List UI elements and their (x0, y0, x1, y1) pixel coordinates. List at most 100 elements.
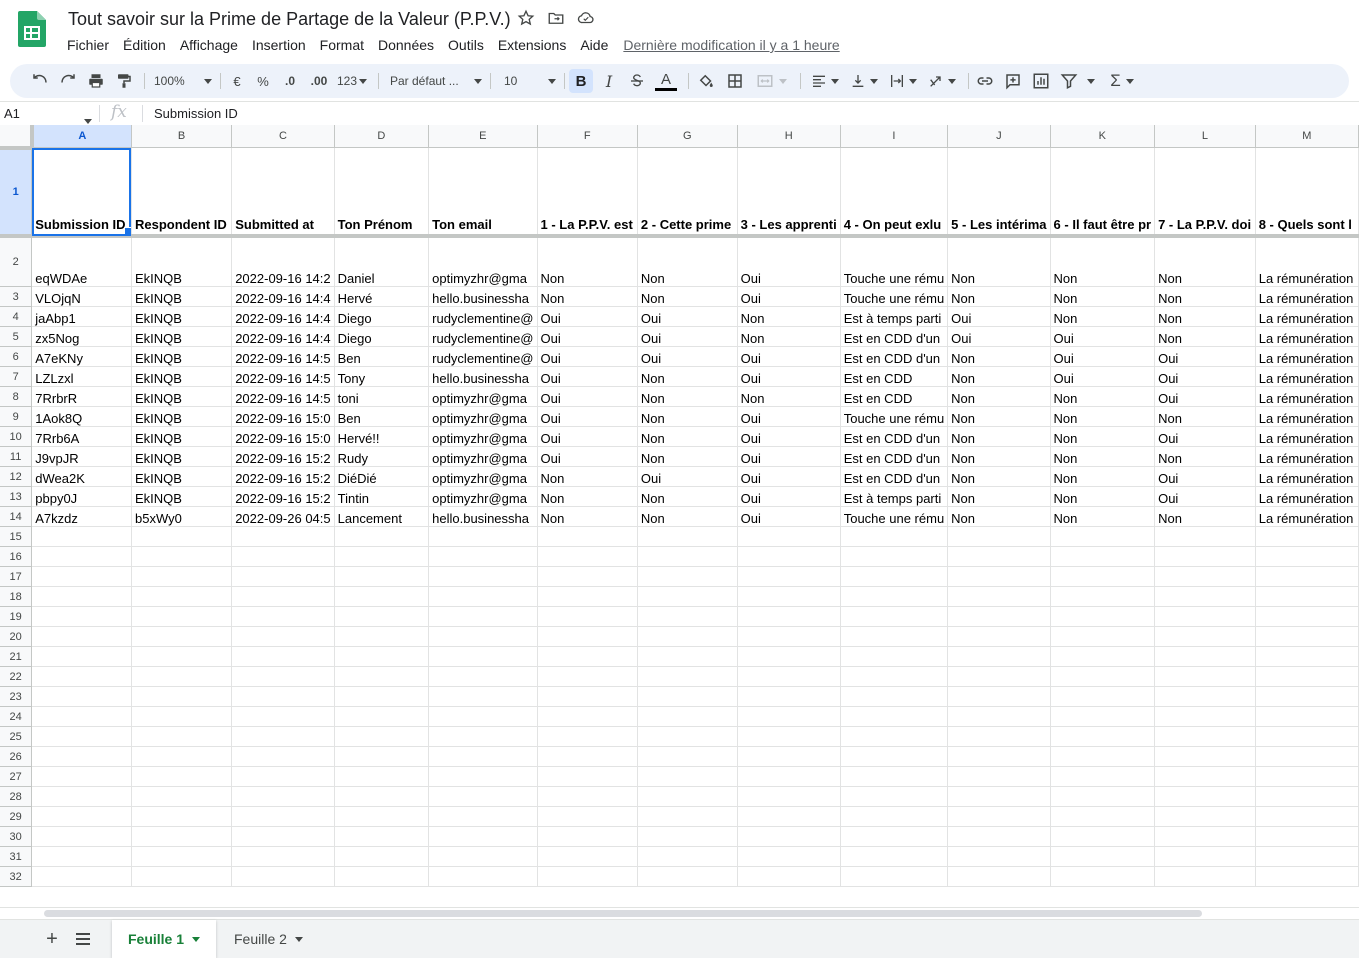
empty-cell[interactable] (1154, 626, 1256, 647)
empty-cell[interactable] (1255, 826, 1359, 847)
data-cell[interactable]: Non (1050, 446, 1156, 467)
empty-cell[interactable] (1050, 606, 1156, 627)
data-cell[interactable]: Est en CDD d'un (840, 346, 949, 367)
empty-cell[interactable] (231, 566, 335, 587)
empty-cell[interactable] (1255, 546, 1359, 567)
data-cell[interactable]: Non (637, 406, 738, 427)
empty-cell[interactable] (840, 686, 949, 707)
scrollbar-thumb[interactable] (44, 910, 1202, 917)
empty-cell[interactable] (334, 566, 430, 587)
column-title-cell[interactable]: 1 - La P.P.V. est (537, 147, 638, 238)
data-cell[interactable]: Non (947, 386, 1051, 407)
column-title-cell[interactable]: 3 - Les apprenti (737, 147, 841, 238)
column-header-i[interactable]: I (840, 125, 949, 148)
column-title-cell[interactable]: Submitted at (231, 147, 335, 238)
increase-decimals-button[interactable]: .00 (306, 69, 332, 93)
data-cell[interactable]: Non (637, 235, 738, 287)
empty-cell[interactable] (428, 666, 538, 687)
empty-cell[interactable] (1050, 806, 1156, 827)
empty-cell[interactable] (537, 546, 638, 567)
menu-format[interactable]: Format (313, 36, 371, 56)
data-cell[interactable]: Est en CDD (840, 366, 949, 387)
column-header-k[interactable]: K (1050, 125, 1156, 148)
empty-cell[interactable] (131, 626, 233, 647)
star-icon[interactable] (517, 9, 535, 27)
data-cell[interactable]: La rémunération (1255, 426, 1359, 447)
data-cell[interactable]: EkINQB (131, 486, 233, 507)
empty-cell[interactable] (428, 746, 538, 767)
empty-cell[interactable] (840, 586, 949, 607)
empty-cell[interactable] (428, 766, 538, 787)
empty-cell[interactable] (1154, 566, 1256, 587)
data-cell[interactable]: Non (947, 366, 1051, 387)
data-cell[interactable]: Non (947, 406, 1051, 427)
empty-cell[interactable] (1050, 866, 1156, 887)
empty-cell[interactable] (537, 566, 638, 587)
empty-cell[interactable] (31, 786, 132, 807)
data-cell[interactable]: Oui (737, 346, 841, 367)
row-header[interactable]: 25 (0, 726, 33, 747)
empty-cell[interactable] (840, 606, 949, 627)
empty-cell[interactable] (840, 706, 949, 727)
data-cell[interactable]: Non (1154, 235, 1256, 287)
data-cell[interactable]: La rémunération (1255, 466, 1359, 487)
data-cell[interactable]: Oui (637, 326, 738, 347)
column-title-cell[interactable]: 5 - Les intérima (947, 147, 1051, 238)
empty-cell[interactable] (334, 666, 430, 687)
empty-cell[interactable] (840, 546, 949, 567)
data-cell[interactable]: Oui (1050, 326, 1156, 347)
empty-cell[interactable] (231, 646, 335, 667)
empty-cell[interactable] (231, 666, 335, 687)
empty-cell[interactable] (131, 666, 233, 687)
data-cell[interactable]: Oui (737, 426, 841, 447)
data-cell[interactable]: 2022-09-16 14:2 (231, 235, 335, 287)
empty-cell[interactable] (31, 706, 132, 727)
empty-cell[interactable] (1255, 706, 1359, 727)
data-cell[interactable]: Lancement (334, 506, 430, 527)
data-cell[interactable]: 2022-09-16 14:4 (231, 306, 335, 327)
menu-aide[interactable]: Aide (573, 36, 615, 56)
empty-cell[interactable] (840, 806, 949, 827)
empty-cell[interactable] (537, 806, 638, 827)
column-title-cell[interactable]: Ton email (428, 147, 538, 238)
empty-cell[interactable] (947, 626, 1051, 647)
currency-format-button[interactable]: € (227, 69, 247, 93)
empty-cell[interactable] (537, 646, 638, 667)
data-cell[interactable]: Oui (537, 306, 638, 327)
empty-cell[interactable] (947, 866, 1051, 887)
empty-cell[interactable] (947, 666, 1051, 687)
row-header[interactable]: 24 (0, 706, 33, 727)
empty-cell[interactable] (840, 866, 949, 887)
column-header-e[interactable]: E (428, 125, 538, 148)
data-cell[interactable]: Non (1050, 386, 1156, 407)
data-cell[interactable]: Oui (737, 486, 841, 507)
empty-cell[interactable] (737, 706, 841, 727)
empty-cell[interactable] (334, 766, 430, 787)
empty-cell[interactable] (1255, 646, 1359, 667)
column-header-f[interactable]: F (537, 125, 638, 148)
empty-cell[interactable] (131, 526, 233, 547)
data-cell[interactable]: Tony (334, 366, 430, 387)
empty-cell[interactable] (31, 566, 132, 587)
empty-cell[interactable] (637, 706, 738, 727)
data-cell[interactable]: Oui (537, 426, 638, 447)
data-cell[interactable]: rudyclementine@ (428, 306, 538, 327)
empty-cell[interactable] (31, 806, 132, 827)
empty-cell[interactable] (840, 766, 949, 787)
empty-cell[interactable] (131, 746, 233, 767)
empty-cell[interactable] (637, 566, 738, 587)
empty-cell[interactable] (1255, 866, 1359, 887)
data-cell[interactable]: optimyzhr@gma (428, 386, 538, 407)
row-header[interactable]: 29 (0, 806, 33, 827)
data-cell[interactable]: La rémunération (1255, 326, 1359, 347)
data-cell[interactable]: optimyzhr@gma (428, 466, 538, 487)
row-header[interactable]: 13 (0, 486, 33, 507)
chevron-down-icon[interactable] (294, 936, 303, 942)
empty-cell[interactable] (1154, 846, 1256, 867)
empty-cell[interactable] (1154, 866, 1256, 887)
data-cell[interactable]: Oui (1154, 386, 1256, 407)
empty-cell[interactable] (1050, 586, 1156, 607)
row-header[interactable]: 32 (0, 866, 33, 887)
empty-cell[interactable] (737, 766, 841, 787)
data-cell[interactable]: toni (334, 386, 430, 407)
